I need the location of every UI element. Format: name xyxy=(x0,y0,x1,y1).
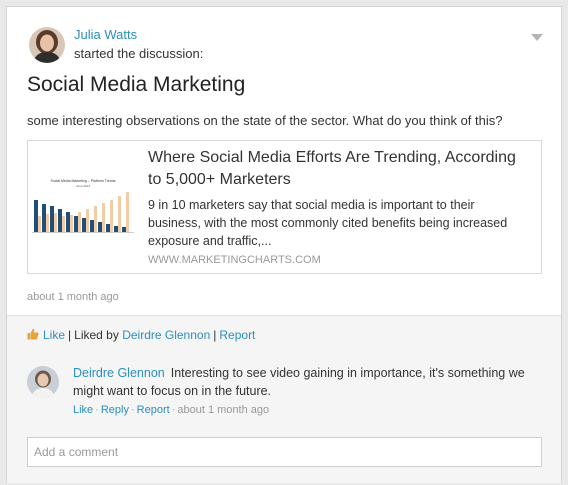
divider: | xyxy=(213,328,217,342)
liked-by-prefix: Liked by xyxy=(74,328,119,342)
post: Julia Watts started the discussion: Soci… xyxy=(7,7,561,315)
report-button[interactable]: Report xyxy=(219,328,255,342)
author-name[interactable]: Julia Watts xyxy=(74,27,137,42)
author-avatar[interactable] xyxy=(29,27,65,63)
chevron-down-icon[interactable] xyxy=(531,34,543,41)
divider: | xyxy=(68,328,72,342)
like-row: Like | Liked by Deirdre Glennon | Report xyxy=(27,328,255,342)
commenter-avatar[interactable] xyxy=(27,366,59,398)
thumbnail-subtitle: June 2014 xyxy=(76,184,90,188)
link-domain[interactable]: WWW.MARKETINGCHARTS.COM xyxy=(148,254,321,266)
separator: · xyxy=(130,404,135,416)
link-thumbnail[interactable]: Social Media Marketing – Platform Trends… xyxy=(30,176,137,238)
comment-text: Deirdre Glennon Interesting to see video … xyxy=(73,364,543,400)
post-footer: Like | Liked by Deirdre Glennon | Report Dei… xyxy=(7,315,561,483)
liked-by-user[interactable]: Deirdre Glennon xyxy=(122,328,210,342)
post-timestamp: about 1 month ago xyxy=(27,291,119,303)
link-preview[interactable]: Social Media Marketing – Platform Trends… xyxy=(27,140,542,274)
link-title[interactable]: Where Social Media Efforts Are Trending,… xyxy=(148,147,528,191)
post-title: Social Media Marketing xyxy=(27,73,246,96)
separator: · xyxy=(95,404,99,416)
discussion-card: Julia Watts started the discussion: Soci… xyxy=(6,6,562,483)
comment-actions: Like · Reply · Report · about 1 month ago xyxy=(73,404,269,416)
like-button[interactable]: Like xyxy=(43,328,65,342)
comment-timestamp: about 1 month ago xyxy=(177,404,270,416)
thumbs-up-icon xyxy=(27,328,39,340)
add-comment-input[interactable] xyxy=(27,437,542,467)
comment-reply-button[interactable]: Reply xyxy=(101,404,129,416)
comment-author[interactable]: Deirdre Glennon xyxy=(73,366,165,380)
comment-like-button[interactable]: Like xyxy=(73,404,93,416)
link-description: 9 in 10 marketers say that social media … xyxy=(148,198,508,248)
post-action: started the discussion: xyxy=(74,46,204,61)
comment-report-button[interactable]: Report xyxy=(137,404,170,416)
thumbnail-title: Social Media Marketing – Platform Trends xyxy=(51,179,116,183)
post-body: some interesting observations on the sta… xyxy=(27,113,503,128)
